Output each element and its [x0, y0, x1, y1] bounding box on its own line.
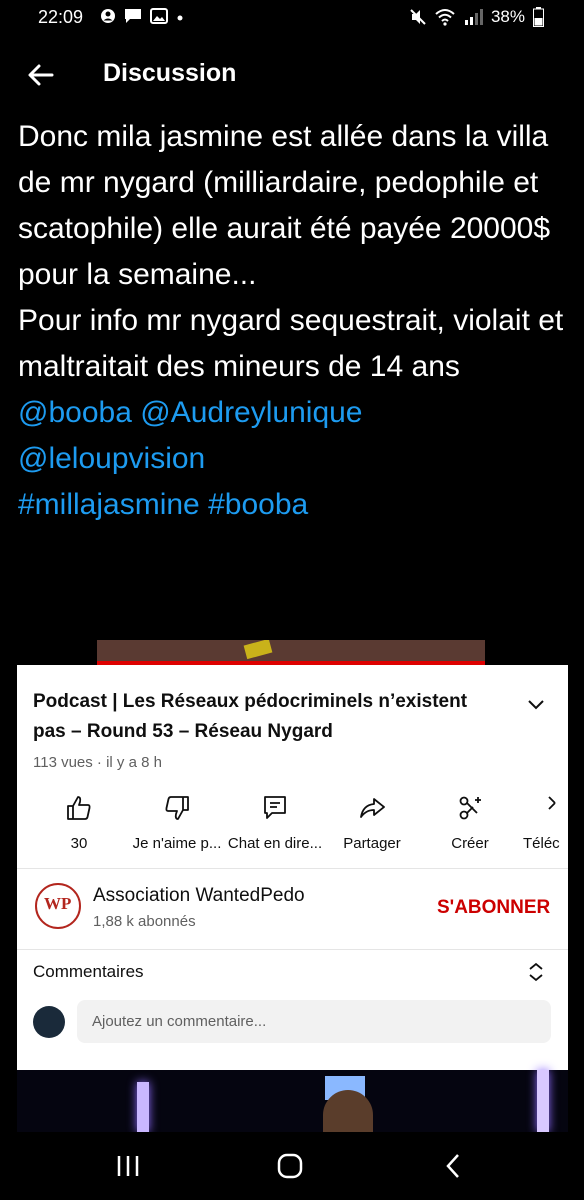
tweet-mentions-line-1: @booba @Audreylunique — [18, 390, 574, 436]
battery-percent: 38% — [490, 7, 525, 26]
back-nav-icon[interactable] — [440, 1152, 468, 1180]
share-label: Partager — [343, 835, 401, 852]
tweet-text: Donc mila jasmine est allée dans la vill… — [18, 114, 574, 528]
signal-icon — [464, 9, 483, 25]
video-title: Podcast | Les Réseaux pédocriminels n’ex… — [33, 691, 468, 742]
like-count: 30 — [70, 835, 88, 852]
stage-light — [537, 1070, 549, 1132]
person-silhouette — [323, 1090, 373, 1132]
nav-bar — [0, 1132, 584, 1200]
share-button[interactable]: Partager — [339, 793, 405, 852]
tweet-paragraph-1: Donc mila jasmine est allée dans la vill… — [18, 120, 551, 291]
channel-logo-icon: WP — [44, 894, 72, 913]
youtube-video-card: Podcast | Les Réseaux pédocriminels n’ex… — [17, 665, 568, 1070]
profile-icon — [101, 9, 115, 23]
thumbnail-detail — [243, 640, 273, 660]
tweet-paragraph-2: Pour info mr nygard sequestrait, violait… — [18, 304, 564, 383]
dislike-button[interactable]: Je n'aime p... — [127, 793, 227, 852]
video-actions: 30 Je n'aime p... Chat en dire... Partag… — [17, 793, 568, 863]
chevron-down-icon[interactable] — [525, 693, 547, 715]
image-icon — [150, 8, 168, 24]
mention-link[interactable]: @leloupvision — [18, 442, 205, 475]
divider — [17, 868, 568, 869]
header: Discussion — [0, 40, 584, 108]
comment-input[interactable] — [77, 1000, 551, 1043]
video-thumbnail-strip — [97, 640, 485, 665]
mention-link[interactable]: @booba — [18, 396, 132, 429]
tweet-mentions-line-2: @leloupvision — [18, 436, 574, 482]
stage-light — [137, 1082, 149, 1132]
share-icon — [360, 798, 385, 818]
download-icon — [548, 796, 556, 810]
expand-icon[interactable] — [526, 961, 546, 983]
video-meta: 113 vues · il y a 8 h — [33, 754, 162, 771]
recents-icon[interactable] — [114, 1152, 142, 1180]
channel-avatar[interactable]: WP — [35, 883, 81, 929]
channel-subscribers: 1,88 k abonnés — [93, 913, 196, 930]
page-title: Discussion — [103, 59, 237, 87]
like-button[interactable]: 30 — [61, 793, 97, 852]
mute-icon — [410, 9, 426, 25]
create-button[interactable]: Créer — [447, 793, 493, 852]
status-time: 22:09 — [38, 7, 84, 27]
dislike-icon — [165, 796, 189, 820]
channel-name[interactable]: Association WantedPedo — [93, 885, 305, 907]
message-icon — [125, 9, 141, 23]
tweet-hashtags: #millajasmine #booba — [18, 482, 574, 528]
status-left-icons — [100, 8, 184, 24]
tweet-media[interactable]: Podcast | Les Réseaux pédocriminels n’ex… — [17, 640, 568, 1132]
subscribe-button[interactable]: S'ABONNER — [437, 897, 550, 919]
avatar — [33, 1006, 65, 1038]
divider — [17, 949, 568, 950]
like-icon — [67, 796, 91, 820]
back-arrow-icon[interactable] — [26, 60, 56, 90]
video-thumbnail-bottom — [17, 1070, 568, 1132]
status-bar: 22:09 38% — [0, 0, 584, 36]
comments-title: Commentaires — [33, 962, 144, 981]
home-icon[interactable] — [276, 1152, 304, 1180]
status-right: 38% — [409, 7, 544, 27]
mention-link[interactable]: @Audreylunique — [140, 396, 362, 429]
download-button[interactable]: Téléc — [523, 793, 568, 852]
hashtag-link[interactable]: #booba — [208, 488, 308, 521]
chat-label: Chat en dire... — [227, 835, 323, 852]
chat-icon — [264, 796, 286, 819]
live-chat-button[interactable]: Chat en dire... — [224, 793, 326, 852]
wifi-icon — [435, 9, 455, 26]
create-label: Créer — [451, 835, 489, 852]
dot-icon — [177, 15, 183, 21]
download-label: Téléc — [523, 835, 560, 852]
battery-icon — [533, 7, 544, 27]
create-icon — [459, 796, 481, 820]
dislike-label: Je n'aime p... — [132, 835, 222, 852]
hashtag-link[interactable]: #millajasmine — [18, 488, 200, 521]
